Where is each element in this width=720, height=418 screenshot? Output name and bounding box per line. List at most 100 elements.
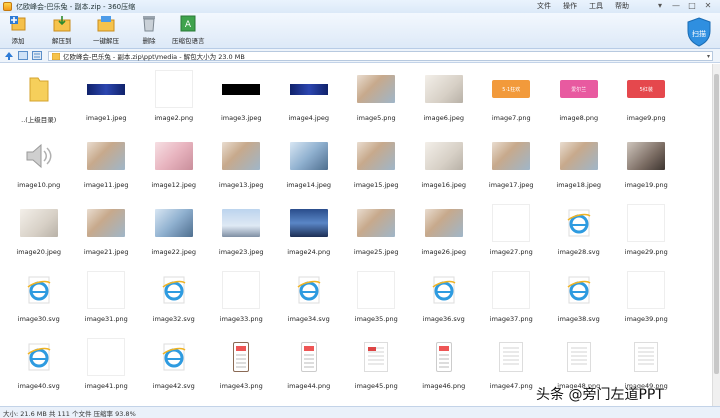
file-item[interactable]: image21.jpeg (73, 204, 141, 271)
extract-to-button[interactable]: 解压到 (52, 15, 72, 45)
minimize-button[interactable]: — (670, 1, 682, 10)
file-item[interactable]: image12.jpeg (140, 137, 208, 204)
file-item[interactable]: image1.jpeg (73, 70, 141, 137)
file-name: image35.png (354, 315, 398, 323)
file-name: image29.png (624, 248, 668, 256)
file-item[interactable]: image25.jpeg (343, 204, 411, 271)
file-item[interactable]: image28.svg (545, 204, 613, 271)
scan-shield-icon[interactable]: 扫描 (686, 17, 712, 47)
file-name: image6.jpeg (423, 114, 464, 122)
file-item[interactable]: image44.png (275, 338, 343, 405)
file-item[interactable]: image23.jpeg (208, 204, 276, 271)
file-item[interactable]: 5·1狂欢 image7.png (478, 70, 546, 137)
file-item[interactable]: image34.svg (275, 271, 343, 338)
file-name: image23.jpeg (218, 248, 264, 256)
file-item[interactable]: image46.png (410, 338, 478, 405)
file-thumbnail (492, 271, 531, 309)
file-name: image5.png (356, 114, 396, 122)
file-item[interactable]: image22.jpeg (140, 204, 208, 271)
file-name: image13.jpeg (218, 181, 264, 189)
file-item[interactable]: image32.svg (140, 271, 208, 338)
file-thumbnail (222, 338, 260, 376)
file-item[interactable]: image19.png (613, 137, 681, 204)
file-item[interactable]: image42.svg (140, 338, 208, 405)
file-item[interactable]: image5.png (343, 70, 411, 137)
file-item[interactable]: image24.png (275, 204, 343, 271)
file-item[interactable]: image13.jpeg (208, 137, 276, 204)
file-name: image2.png (154, 114, 194, 122)
file-item[interactable]: image2.png (140, 70, 208, 137)
maximize-button[interactable]: □ (686, 1, 698, 10)
file-item[interactable]: image6.jpeg (410, 70, 478, 137)
file-item[interactable]: image16.jpeg (410, 137, 478, 204)
scrollbar-thumb[interactable] (714, 74, 719, 374)
path-dropdown-icon[interactable]: ▾ (707, 53, 710, 60)
close-button[interactable]: ✕ (702, 1, 714, 10)
file-item[interactable]: image26.jpeg (410, 204, 478, 271)
file-name: image47.png (489, 382, 533, 390)
file-item[interactable]: image40.svg (5, 338, 73, 405)
file-item[interactable]: image15.jpeg (343, 137, 411, 204)
archive-language-button[interactable]: A 压缩包语言 (172, 15, 205, 45)
file-name: image12.jpeg (151, 181, 197, 189)
file-item[interactable]: image3.jpeg (208, 70, 276, 137)
svg-file-icon (560, 271, 598, 309)
file-item[interactable]: image39.png (613, 271, 681, 338)
file-item[interactable]: image11.jpeg (73, 137, 141, 204)
thumbnail-view-icon[interactable] (17, 51, 28, 61)
file-thumbnail (154, 137, 193, 175)
file-item[interactable]: image27.png (478, 204, 546, 271)
file-item[interactable]: image31.png (73, 271, 141, 338)
file-item[interactable]: image18.jpeg (545, 137, 613, 204)
file-name: image24.png (287, 248, 331, 256)
up-arrow-icon[interactable] (3, 51, 14, 61)
delete-button[interactable]: 删除 (140, 15, 158, 45)
file-name: image11.jpeg (83, 181, 129, 189)
one-click-extract-button[interactable]: 一键解压 (93, 15, 119, 45)
file-name: image19.png (624, 181, 668, 189)
file-item[interactable]: image17.jpeg (478, 137, 546, 204)
file-item[interactable]: image4.jpeg (275, 70, 343, 137)
file-name: image25.jpeg (353, 248, 399, 256)
file-item[interactable]: image41.png (73, 338, 141, 405)
path-input[interactable]: 亿欧峰会-巴乐兔 - 副本.zip\ppt\media - 解包大小为 23.0… (48, 51, 713, 61)
file-grid: ..(上级目录) image1.jpeg image2.png image3.jpeg… (0, 64, 712, 405)
file-thumbnail (357, 204, 396, 242)
file-item[interactable]: image37.png (478, 271, 546, 338)
add-button[interactable]: 添加 (9, 15, 27, 45)
file-item[interactable]: image43.png (208, 338, 276, 405)
file-item[interactable]: 爱尔兰 image8.png (545, 70, 613, 137)
file-thumbnail (87, 271, 126, 309)
file-item[interactable]: 5红装 image9.png (613, 70, 681, 137)
file-item[interactable]: image33.png (208, 271, 276, 338)
file-name: image46.png (422, 382, 466, 390)
menu-tools[interactable]: 工具 (589, 1, 603, 11)
file-item[interactable]: image14.jpeg (275, 137, 343, 204)
file-item[interactable]: ..(上级目录) (5, 70, 73, 137)
file-item[interactable]: image30.svg (5, 271, 73, 338)
file-name: image39.png (624, 315, 668, 323)
extract-to-label: 解压到 (52, 37, 72, 45)
svg-file-icon (290, 271, 328, 309)
file-item[interactable]: image36.svg (410, 271, 478, 338)
menu-operation[interactable]: 操作 (563, 1, 577, 11)
vertical-scrollbar[interactable] (712, 64, 720, 406)
menu-help[interactable]: 帮助 (615, 1, 629, 11)
archive-language-label: 压缩包语言 (172, 37, 205, 45)
toolbar: 添加 解压到 一键解压 删除 A 压缩包语言 扫描 (0, 13, 720, 49)
file-name: image15.jpeg (353, 181, 399, 189)
file-item[interactable]: image45.png (343, 338, 411, 405)
file-item[interactable]: image29.png (613, 204, 681, 271)
file-item[interactable]: image47.png (478, 338, 546, 405)
file-item[interactable]: image20.jpeg (5, 204, 73, 271)
file-name: image41.png (84, 382, 128, 390)
svg-text:扫描: 扫描 (692, 29, 706, 38)
dropdown-icon[interactable]: ▾ (654, 1, 666, 10)
menu-file[interactable]: 文件 (537, 1, 551, 11)
file-thumbnail (357, 70, 396, 108)
file-item[interactable]: image10.png (5, 137, 73, 204)
file-item[interactable]: image38.svg (545, 271, 613, 338)
file-thumbnail (559, 137, 598, 175)
file-item[interactable]: image35.png (343, 271, 411, 338)
list-view-icon[interactable] (31, 51, 42, 61)
